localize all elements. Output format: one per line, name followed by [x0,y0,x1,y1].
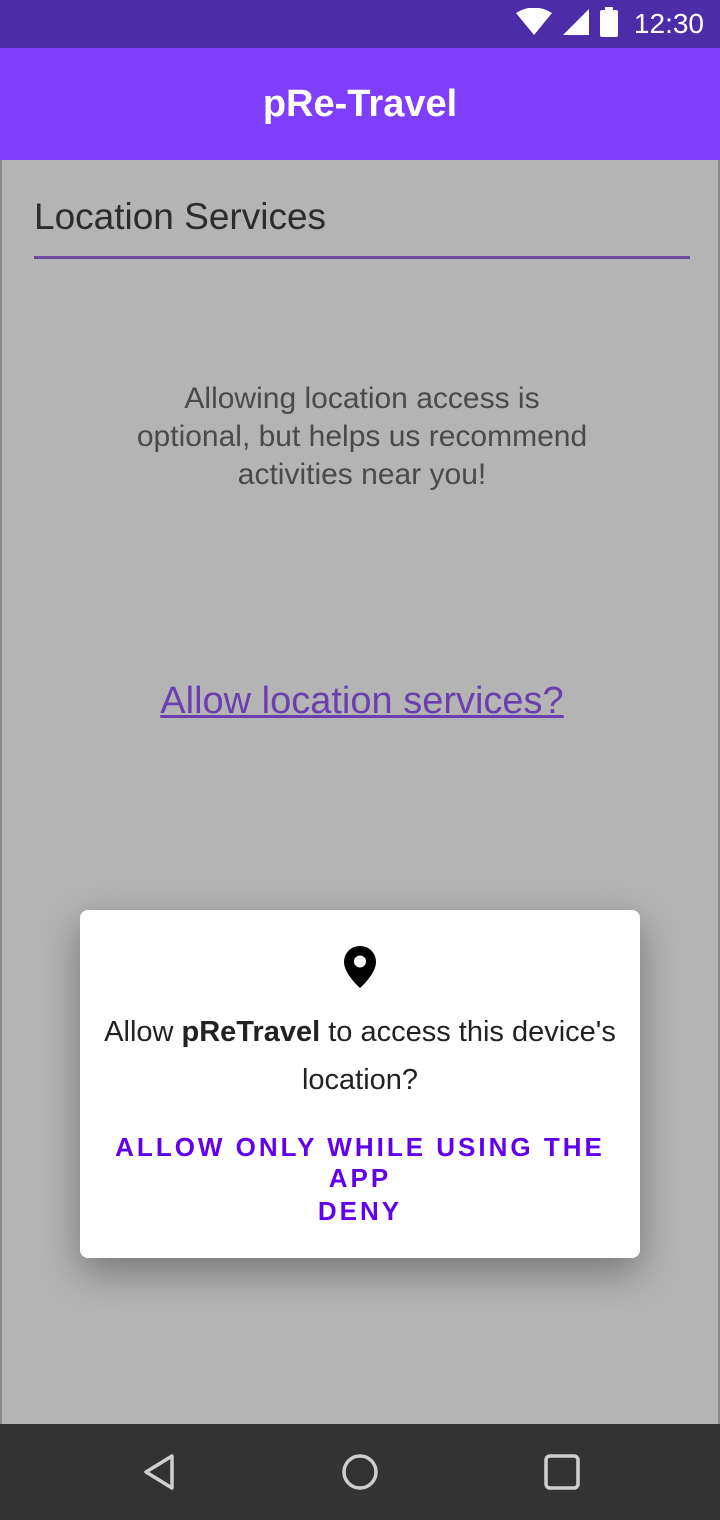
battery-icon [599,6,618,42]
section-title: Location Services [34,196,327,237]
location-pin-icon [344,946,376,988]
dialog-app-name: pReTravel [181,1016,321,1048]
status-icons: 12:30 [515,0,704,48]
back-icon[interactable] [136,1448,184,1496]
app-bar: pRe-Travel [0,48,720,160]
info-text: Allowing location access is optional, bu… [136,382,588,491]
dialog-message-prefix: Allow [104,1016,182,1048]
signal-icon [562,8,590,41]
wifi-icon [515,7,552,41]
status-bar: 12:30 [0,0,720,48]
deny-button[interactable]: DENY [80,1196,640,1227]
app-title: pRe-Travel [262,82,458,125]
home-icon[interactable] [336,1448,384,1496]
status-time: 12:30 [633,8,704,39]
navigation-bar [0,1424,720,1520]
dialog-message-suffix: to access this device's location? [301,1016,616,1096]
dialog-message: Allow pReTravel to access this device's … [100,1008,620,1104]
recents-icon[interactable] [538,1448,586,1496]
section-divider [34,256,690,259]
allow-while-using-button[interactable]: ALLOW ONLY WHILE USING THE APP [80,1132,640,1194]
permission-dialog: Allow pReTravel to access this device's … [80,910,640,1258]
allow-location-link[interactable]: Allow location services? [2,680,720,723]
